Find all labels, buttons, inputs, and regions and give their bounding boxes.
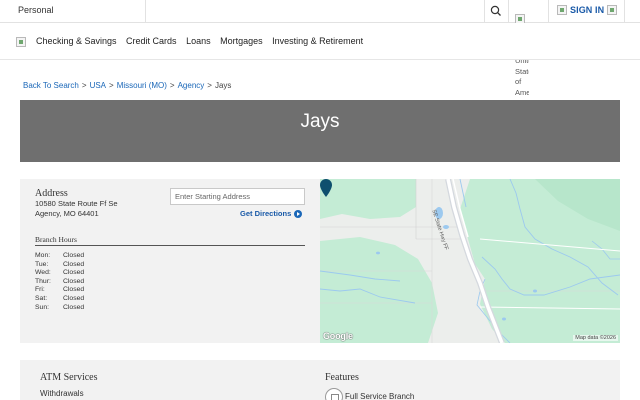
- services-panel: ATM Services Withdrawals Features Full S…: [20, 360, 620, 400]
- top-utility-bar: Personal Flag of the United States of Am…: [0, 0, 640, 95]
- bank-logo[interactable]: [16, 37, 26, 47]
- broken-image-icon: [607, 5, 618, 15]
- hours-value: Closed: [63, 303, 85, 311]
- hours-value: Closed: [63, 286, 85, 294]
- address-heading: Address: [35, 188, 68, 199]
- features-heading: Features: [325, 372, 359, 383]
- hours-day: Sat:: [35, 294, 48, 302]
- nav-item-investing-retirement[interactable]: Investing & Retirement: [272, 36, 363, 46]
- nav-item-checking-savings[interactable]: Checking & Savings: [36, 36, 117, 46]
- arrow-circle-icon: [294, 209, 303, 218]
- get-directions-link[interactable]: Get Directions: [240, 209, 303, 218]
- address-line-1: 10580 State Route Ff Se: [35, 199, 118, 208]
- segment-personal[interactable]: Personal: [18, 5, 54, 15]
- divider: [145, 0, 146, 23]
- breadcrumb-back-to-search[interactable]: Back To Search: [23, 81, 79, 90]
- breadcrumb-usa[interactable]: USA: [90, 81, 106, 90]
- hours-value: Closed: [63, 252, 85, 259]
- page-title: Jays: [300, 111, 340, 132]
- map-attribution[interactable]: Map data ©2026: [573, 335, 618, 341]
- divider: [624, 0, 625, 23]
- sign-in-label: SIGN IN: [570, 5, 605, 15]
- nav-item-loans[interactable]: Loans: [186, 36, 211, 46]
- hours-day: Thur:: [35, 277, 51, 285]
- sign-in-button[interactable]: SIGN IN: [557, 5, 618, 15]
- breadcrumb-separator: >: [109, 81, 114, 90]
- divider: [484, 0, 485, 23]
- search-icon[interactable]: [488, 3, 504, 19]
- divider: [508, 0, 509, 23]
- google-logo[interactable]: Google: [323, 331, 353, 341]
- breadcrumb-current: Jays: [214, 81, 232, 90]
- breadcrumb-separator: >: [81, 81, 87, 90]
- feature-item: Full Service Branch: [345, 392, 415, 400]
- hero-banner: Jays: [20, 100, 620, 162]
- hours-day: Wed:: [35, 269, 51, 277]
- hours-value: Closed: [63, 294, 85, 302]
- main-nav: Checking & Savings Credit Cards Loans Mo…: [0, 23, 640, 60]
- atm-service-item: Withdrawals: [40, 389, 84, 398]
- broken-image-icon: [557, 5, 567, 15]
- breadcrumb-separator: >: [207, 81, 212, 90]
- branch-hours-heading: Branch Hours: [35, 235, 77, 244]
- breadcrumb-agency[interactable]: Agency: [178, 81, 205, 90]
- branch-icon: [325, 388, 343, 400]
- hours-value: Closed: [63, 277, 85, 285]
- hours-day: Mon:: [35, 252, 51, 259]
- search-icon-graphic: [490, 5, 501, 16]
- hours-value: Closed: [63, 260, 85, 268]
- divider: [548, 0, 549, 23]
- starting-address-input[interactable]: [170, 188, 305, 205]
- branch-page: Personal Flag of the United States of Am…: [0, 0, 640, 400]
- map-graphic: [320, 179, 620, 343]
- divider: [35, 245, 305, 246]
- hours-day: Fri:: [35, 286, 45, 294]
- breadcrumb: Back To Search > USA > Missouri (MO) > Agency >…: [23, 81, 231, 90]
- atm-services-heading: ATM Services: [40, 372, 98, 383]
- nav-item-mortgages[interactable]: Mortgages: [220, 36, 263, 46]
- breadcrumb-separator: >: [169, 81, 175, 90]
- nav-items: Checking & Savings Credit Cards Loans Mo…: [36, 36, 373, 46]
- address-line-2: Agency, MO 64401: [35, 209, 99, 218]
- hours-day: Tue:: [35, 260, 49, 268]
- hours-day: Sun:: [35, 303, 49, 311]
- location-pin-icon[interactable]: [320, 179, 332, 197]
- hours-value: Closed: [63, 269, 85, 277]
- branch-map[interactable]: SE State Hwy FF Google Map data ©2026: [320, 179, 620, 343]
- get-directions-label: Get Directions: [240, 209, 292, 218]
- nav-item-credit-cards[interactable]: Credit Cards: [126, 36, 177, 46]
- breadcrumb-missouri[interactable]: Missouri (MO): [117, 81, 167, 90]
- branch-info-panel: Address 10580 State Route Ff Se Agency, …: [20, 179, 320, 343]
